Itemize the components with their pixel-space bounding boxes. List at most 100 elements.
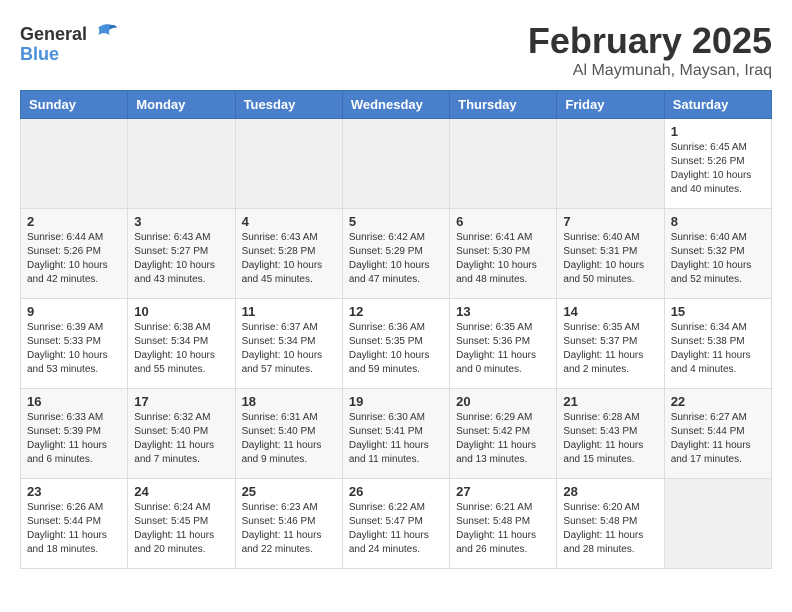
day-number: 16: [27, 394, 121, 409]
day-number: 17: [134, 394, 228, 409]
calendar-cell: 10 Sunrise: 6:38 AM Sunset: 5:34 PM Dayli…: [128, 299, 235, 389]
day-info: Sunrise: 6:38 AM Sunset: 5:34 PM Dayligh…: [134, 321, 228, 377]
week-row-2: 2 Sunrise: 6:44 AM Sunset: 5:26 PM Daylig…: [21, 209, 772, 299]
calendar-cell: 9 Sunrise: 6:39 AM Sunset: 5:33 PM Daylig…: [21, 299, 128, 389]
day-number: 10: [134, 304, 228, 319]
calendar-cell: 12Sunrise: 6:36 AM Sunset: 5:35 PM Dayli…: [342, 299, 449, 389]
day-info: Sunrise: 6:29 AM Sunset: 5:42 PM Dayligh…: [456, 411, 550, 467]
calendar: SundayMondayTuesdayWednesdayThursdayFrid…: [20, 90, 772, 569]
day-info: Sunrise: 6:37 AM Sunset: 5:34 PM Dayligh…: [242, 321, 336, 377]
day-number: 1: [671, 124, 765, 139]
day-info: Sunrise: 6:41 AM Sunset: 5:30 PM Dayligh…: [456, 231, 550, 287]
day-info: Sunrise: 6:45 AM Sunset: 5:26 PM Dayligh…: [671, 141, 765, 197]
month-title: February 2025: [528, 20, 772, 62]
day-info: Sunrise: 6:34 AM Sunset: 5:38 PM Dayligh…: [671, 321, 765, 377]
week-row-5: 23Sunrise: 6:26 AM Sunset: 5:44 PM Dayli…: [21, 479, 772, 569]
calendar-cell: 19 Sunrise: 6:30 AM Sunset: 5:41 PM Dayli…: [342, 389, 449, 479]
day-info: Sunrise: 6:44 AM Sunset: 5:26 PM Dayligh…: [27, 231, 121, 287]
weekday-header-friday: Friday: [557, 91, 664, 119]
day-info: Sunrise: 6:31 AM Sunset: 5:40 PM Dayligh…: [242, 411, 336, 467]
calendar-cell: 22 Sunrise: 6:27 AM Sunset: 5:44 PM Dayli…: [664, 389, 771, 479]
weekday-header-wednesday: Wednesday: [342, 91, 449, 119]
day-number: 25: [242, 484, 336, 499]
day-number: 9: [27, 304, 121, 319]
day-info: Sunrise: 6:40 AM Sunset: 5:31 PM Dayligh…: [563, 231, 657, 287]
calendar-cell: 23Sunrise: 6:26 AM Sunset: 5:44 PM Dayli…: [21, 479, 128, 569]
day-info: Sunrise: 6:27 AM Sunset: 5:44 PM Dayligh…: [671, 411, 765, 467]
day-number: 15: [671, 304, 765, 319]
calendar-cell: 14 Sunrise: 6:35 AM Sunset: 5:37 PM Dayli…: [557, 299, 664, 389]
day-info: Sunrise: 6:43 AM Sunset: 5:28 PM Dayligh…: [242, 231, 336, 287]
day-info: Sunrise: 6:40 AM Sunset: 5:32 PM Dayligh…: [671, 231, 765, 287]
calendar-cell: [21, 119, 128, 209]
day-number: 2: [27, 214, 121, 229]
calendar-cell: 4 Sunrise: 6:43 AM Sunset: 5:28 PM Daylig…: [235, 209, 342, 299]
day-number: 27: [456, 484, 550, 499]
logo: General Blue: [20, 20, 117, 65]
header: General Blue February 2025 Al Maymunah, …: [20, 20, 772, 80]
day-info: Sunrise: 6:39 AM Sunset: 5:33 PM Dayligh…: [27, 321, 121, 377]
day-info: Sunrise: 6:22 AM Sunset: 5:47 PM Dayligh…: [349, 501, 443, 557]
day-number: 21: [563, 394, 657, 409]
day-info: Sunrise: 6:33 AM Sunset: 5:39 PM Dayligh…: [27, 411, 121, 467]
calendar-cell: 7Sunrise: 6:40 AM Sunset: 5:31 PM Daylig…: [557, 209, 664, 299]
day-number: 14: [563, 304, 657, 319]
weekday-header-sunday: Sunday: [21, 91, 128, 119]
calendar-cell: 28 Sunrise: 6:20 AM Sunset: 5:48 PM Dayli…: [557, 479, 664, 569]
weekday-header-thursday: Thursday: [450, 91, 557, 119]
calendar-cell: [664, 479, 771, 569]
weekday-header-row: SundayMondayTuesdayWednesdayThursdayFrid…: [21, 91, 772, 119]
day-number: 4: [242, 214, 336, 229]
calendar-cell: 6 Sunrise: 6:41 AM Sunset: 5:30 PM Daylig…: [450, 209, 557, 299]
calendar-cell: 2 Sunrise: 6:44 AM Sunset: 5:26 PM Daylig…: [21, 209, 128, 299]
week-row-1: 1 Sunrise: 6:45 AM Sunset: 5:26 PM Daylig…: [21, 119, 772, 209]
weekday-header-saturday: Saturday: [664, 91, 771, 119]
location-title: Al Maymunah, Maysan, Iraq: [528, 62, 772, 80]
calendar-cell: 3 Sunrise: 6:43 AM Sunset: 5:27 PM Daylig…: [128, 209, 235, 299]
calendar-cell: 11 Sunrise: 6:37 AM Sunset: 5:34 PM Dayli…: [235, 299, 342, 389]
week-row-4: 16 Sunrise: 6:33 AM Sunset: 5:39 PM Dayli…: [21, 389, 772, 479]
calendar-cell: 18 Sunrise: 6:31 AM Sunset: 5:40 PM Dayli…: [235, 389, 342, 479]
title-area: February 2025 Al Maymunah, Maysan, Iraq: [528, 20, 772, 80]
calendar-cell: 16 Sunrise: 6:33 AM Sunset: 5:39 PM Dayli…: [21, 389, 128, 479]
weekday-header-monday: Monday: [128, 91, 235, 119]
day-number: 20: [456, 394, 550, 409]
calendar-cell: [128, 119, 235, 209]
day-info: Sunrise: 6:24 AM Sunset: 5:45 PM Dayligh…: [134, 501, 228, 557]
calendar-cell: 8Sunrise: 6:40 AM Sunset: 5:32 PM Daylig…: [664, 209, 771, 299]
day-info: Sunrise: 6:23 AM Sunset: 5:46 PM Dayligh…: [242, 501, 336, 557]
day-info: Sunrise: 6:20 AM Sunset: 5:48 PM Dayligh…: [563, 501, 657, 557]
day-number: 22: [671, 394, 765, 409]
calendar-cell: 26Sunrise: 6:22 AM Sunset: 5:47 PM Dayli…: [342, 479, 449, 569]
day-info: Sunrise: 6:42 AM Sunset: 5:29 PM Dayligh…: [349, 231, 443, 287]
day-info: Sunrise: 6:43 AM Sunset: 5:27 PM Dayligh…: [134, 231, 228, 287]
calendar-cell: 25 Sunrise: 6:23 AM Sunset: 5:46 PM Dayli…: [235, 479, 342, 569]
calendar-cell: 24 Sunrise: 6:24 AM Sunset: 5:45 PM Dayli…: [128, 479, 235, 569]
day-number: 28: [563, 484, 657, 499]
day-number: 18: [242, 394, 336, 409]
day-number: 3: [134, 214, 228, 229]
day-number: 24: [134, 484, 228, 499]
calendar-cell: 27 Sunrise: 6:21 AM Sunset: 5:48 PM Dayli…: [450, 479, 557, 569]
calendar-cell: [342, 119, 449, 209]
calendar-cell: 13 Sunrise: 6:35 AM Sunset: 5:36 PM Dayli…: [450, 299, 557, 389]
calendar-cell: [235, 119, 342, 209]
logo-general: General: [20, 24, 87, 45]
day-number: 11: [242, 304, 336, 319]
day-number: 5: [349, 214, 443, 229]
calendar-cell: 1 Sunrise: 6:45 AM Sunset: 5:26 PM Daylig…: [664, 119, 771, 209]
day-info: Sunrise: 6:35 AM Sunset: 5:36 PM Dayligh…: [456, 321, 550, 377]
day-number: 19: [349, 394, 443, 409]
day-info: Sunrise: 6:21 AM Sunset: 5:48 PM Dayligh…: [456, 501, 550, 557]
day-info: Sunrise: 6:26 AM Sunset: 5:44 PM Dayligh…: [27, 501, 121, 557]
day-info: Sunrise: 6:36 AM Sunset: 5:35 PM Dayligh…: [349, 321, 443, 377]
day-info: Sunrise: 6:30 AM Sunset: 5:41 PM Dayligh…: [349, 411, 443, 467]
logo-blue: Blue: [20, 44, 59, 65]
calendar-cell: 20 Sunrise: 6:29 AM Sunset: 5:42 PM Dayli…: [450, 389, 557, 479]
day-number: 6: [456, 214, 550, 229]
day-info: Sunrise: 6:28 AM Sunset: 5:43 PM Dayligh…: [563, 411, 657, 467]
calendar-cell: 17 Sunrise: 6:32 AM Sunset: 5:40 PM Dayli…: [128, 389, 235, 479]
day-number: 13: [456, 304, 550, 319]
day-info: Sunrise: 6:32 AM Sunset: 5:40 PM Dayligh…: [134, 411, 228, 467]
day-info: Sunrise: 6:35 AM Sunset: 5:37 PM Dayligh…: [563, 321, 657, 377]
